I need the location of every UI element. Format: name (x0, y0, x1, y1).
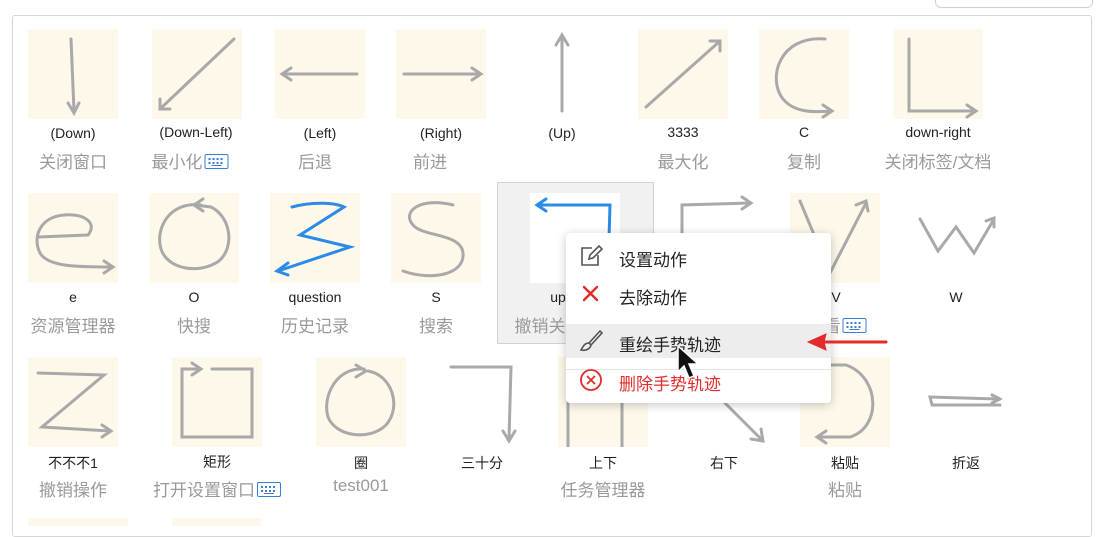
gesture-thumb-down-left[interactable] (152, 29, 242, 119)
gesture-thumb-right[interactable] (396, 29, 486, 119)
gesture-action: 最大化 (657, 153, 709, 172)
gesture-action: 快搜 (177, 317, 211, 336)
gesture-thumb-down[interactable] (28, 29, 118, 119)
menu-item-set-action[interactable]: 设置动作 (566, 239, 831, 273)
annotation-arrow-icon (806, 333, 888, 351)
gesture-name: question (288, 289, 342, 305)
gesture-name: up (550, 289, 566, 305)
gesture-name: (Left) (303, 125, 337, 141)
gesture-name: W (949, 289, 963, 305)
gesture-name: 粘贴 (831, 455, 859, 471)
close-x-icon (578, 282, 604, 306)
gesture-thumb-o[interactable] (149, 193, 239, 283)
gesture-thumb-s[interactable] (391, 193, 481, 283)
gesture-name: 3333 (667, 124, 699, 140)
top-button[interactable] (935, 0, 1093, 8)
gesture-name: 不不不1 (48, 455, 98, 471)
gesture-thumb-circle[interactable] (316, 357, 406, 447)
gesture-action: 历史记录 (281, 317, 349, 336)
gesture-thumb-left[interactable] (275, 29, 365, 119)
gesture-action: 最小化 (152, 148, 229, 173)
gesture-name: 矩形 (203, 454, 231, 470)
gesture-thumb-3333[interactable] (638, 29, 728, 119)
gesture-thumb-row4-b[interactable] (172, 518, 262, 526)
gesture-action: 打开设置窗口 (153, 476, 281, 501)
gesture-name: e (69, 289, 77, 305)
keyboard-icon (257, 482, 281, 498)
gesture-action: 撤销操作 (39, 481, 107, 500)
gesture-action: 任务管理器 (560, 481, 646, 500)
gesture-action: 前进 (413, 153, 447, 172)
gesture-thumb-question[interactable] (270, 193, 360, 283)
gesture-thumb-c[interactable] (759, 29, 849, 119)
gesture-name: 折返 (952, 455, 980, 471)
menu-item-label: 去除动作 (619, 289, 687, 308)
gesture-name: V (831, 289, 841, 305)
gesture-name: 右下 (710, 455, 738, 471)
gesture-thumb-zhefan[interactable] (912, 357, 1002, 447)
gesture-name: 上下 (589, 455, 617, 471)
gesture-name: (Up) (548, 125, 576, 141)
gesture-name: S (431, 289, 441, 305)
gesture-thumb-rectangle[interactable] (172, 357, 262, 447)
brush-icon (578, 329, 604, 353)
gesture-name: 三十分 (461, 455, 503, 471)
gesture-action: 关闭窗口 (39, 153, 107, 172)
mouse-cursor-icon (677, 344, 700, 379)
gesture-thumb-sanshifen[interactable] (437, 357, 527, 447)
menu-item-label: 删除手势轨迹 (619, 375, 721, 394)
gesture-name: (Right) (419, 125, 463, 141)
menu-item-label: 重绘手势轨迹 (619, 336, 721, 355)
gesture-action: test001 (333, 476, 389, 495)
gesture-thumb-down-right[interactable] (893, 29, 983, 119)
gesture-thumb-w[interactable] (912, 193, 1002, 283)
edit-icon (578, 244, 604, 268)
gesture-action: 复制 (787, 153, 821, 172)
gesture-name: down-right (905, 124, 971, 140)
gesture-thumb-row4-a[interactable] (28, 518, 128, 526)
gesture-thumb-up[interactable] (517, 29, 607, 119)
gesture-name: 圈 (354, 455, 368, 471)
gesture-name: C (798, 124, 810, 140)
gesture-name: O (188, 289, 200, 305)
delete-circle-icon (578, 368, 604, 392)
gesture-action: 关闭标签/文档 (884, 153, 992, 172)
gesture-thumb-e[interactable] (28, 193, 118, 283)
gesture-action: 撤销关 (514, 317, 566, 336)
gesture-action: 粘贴 (828, 481, 862, 500)
keyboard-icon (204, 154, 229, 170)
gesture-action: 资源管理器 (30, 317, 116, 336)
gesture-action: 搜索 (419, 317, 453, 336)
gesture-thumb-bububu1[interactable] (28, 357, 118, 447)
menu-item-label: 设置动作 (619, 251, 687, 270)
gesture-name: (Down) (50, 125, 96, 141)
gesture-action: 后退 (298, 153, 332, 172)
gesture-name: (Down-Left) (159, 124, 233, 140)
menu-item-remove-action[interactable]: 去除动作 (566, 277, 831, 311)
